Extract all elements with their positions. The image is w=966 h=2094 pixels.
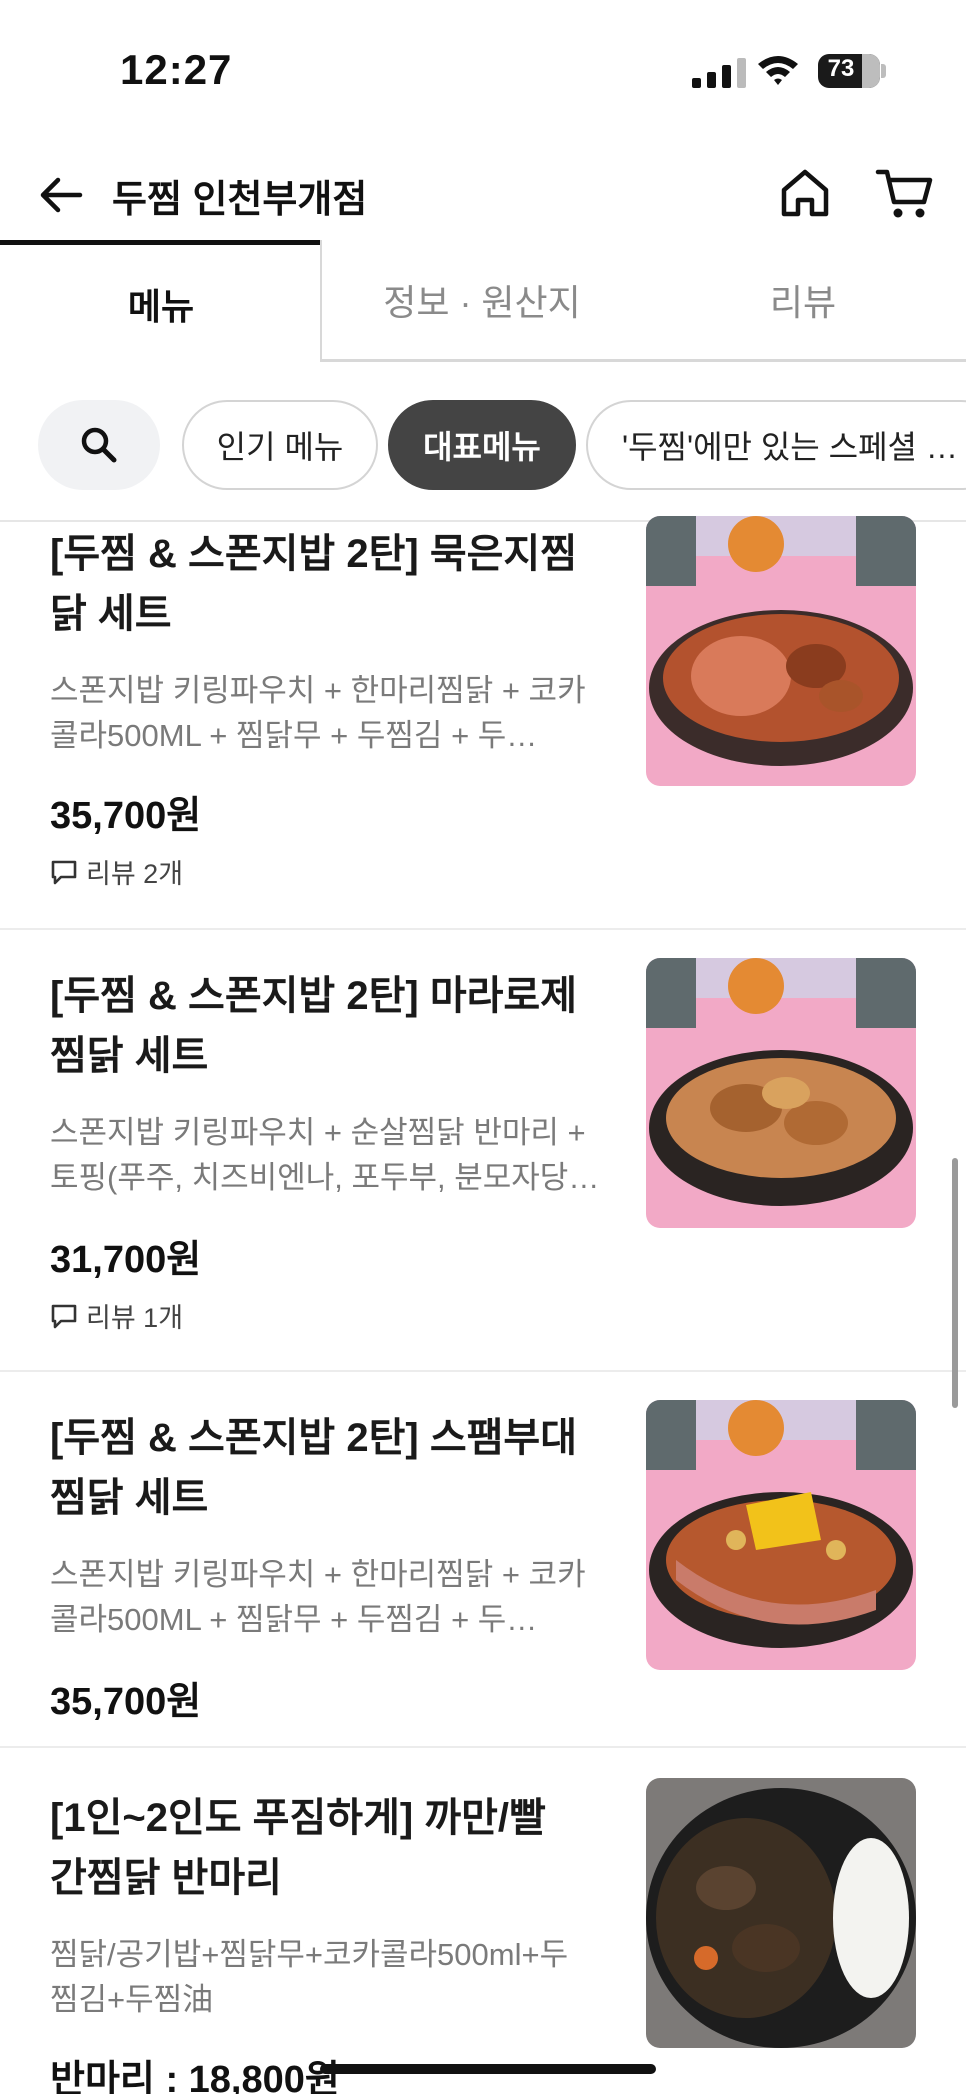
chip-popular-menu[interactable]: 인기 메뉴 — [182, 400, 378, 490]
menu-item-photo — [646, 1400, 916, 1670]
status-time: 12:27 — [120, 46, 233, 93]
tab-menu[interactable]: 메뉴 — [0, 240, 322, 362]
chip-doojjim-special[interactable]: '두찜'에만 있는 스페셜 … — [586, 400, 966, 490]
scrollbar[interactable] — [952, 1158, 958, 1408]
nav-header: 두찜 인천부개점 — [0, 150, 966, 240]
wifi-icon — [758, 56, 798, 85]
menu-item-photo — [646, 1778, 916, 2048]
home-indicator[interactable] — [320, 2064, 656, 2074]
menu-item[interactable]: [두찜 & 스폰지밥 2탄] 마라로제 찜닭 세트 스폰지밥 키링파우치 + 순… — [0, 958, 966, 1370]
tab-info-origin[interactable]: 정보 · 원산지 — [320, 240, 642, 362]
menu-item-price: 35,700원 — [50, 1681, 202, 1723]
store-tabs: 메뉴 정보 · 원산지 리뷰 — [0, 240, 966, 362]
menu-item-name: [두찜 & 스폰지밥 2탄] 스팸부대 찜닭 세트 — [50, 1416, 578, 1520]
battery-cap — [881, 64, 886, 78]
menu-item-description: 스폰지밥 키링파우치 + 순살찜닭 반마리 + 토핑(푸주, 치즈비엔나, 포두… — [50, 1115, 600, 1195]
menu-search-button[interactable] — [38, 400, 160, 490]
menu-item-price: 31,700원 — [50, 1239, 202, 1281]
back-arrow-icon[interactable] — [36, 170, 86, 220]
menu-item-description: 찜닭/공기밥+찜닭무+코카콜라500ml+두 찜김+두찜油 — [50, 1937, 569, 2017]
status-bar: 12:27 73 — [0, 0, 966, 140]
cellular-signal-icon — [692, 58, 746, 88]
divider — [0, 928, 966, 930]
menu-item[interactable]: [1인~2인도 푸짐하게] 까만/빨 간찜닭 반마리 찜닭/공기밥+찜닭무+코카… — [0, 1778, 966, 2094]
home-icon[interactable] — [776, 164, 834, 222]
menu-item-name: [1인~2인도 푸짐하게] 까만/빨 간찜닭 반마리 — [50, 1796, 546, 1900]
menu-item-name: [두찜 & 스폰지밥 2탄] 묵은지찜 닭 세트 — [50, 532, 578, 636]
category-chips: 인기 메뉴 대표메뉴 '두찜'에만 있는 스페셜 … — [0, 362, 966, 522]
menu-item-review-count: 리뷰 1개 — [50, 1296, 183, 1335]
menu-item-price: 35,700원 — [50, 795, 202, 837]
menu-item-description: 스폰지밥 키링파우치 + 한마리찜닭 + 코카 콜라500ML + 찜닭무 + … — [50, 1557, 586, 1637]
divider — [0, 1746, 966, 1748]
store-title: 두찜 인천부개점 — [112, 179, 368, 221]
speech-bubble-icon — [51, 1304, 77, 1328]
chip-signature-menu[interactable]: 대표메뉴 — [388, 400, 576, 490]
tab-reviews[interactable]: 리뷰 — [640, 240, 966, 362]
menu-item[interactable]: [두찜 & 스폰지밥 2탄] 묵은지찜 닭 세트 스폰지밥 키링파우치 + 한마… — [0, 516, 966, 928]
menu-item-description: 스폰지밥 키링파우치 + 한마리찜닭 + 코카 콜라500ML + 찜닭무 + … — [50, 673, 586, 753]
speech-bubble-icon — [51, 860, 77, 884]
battery-level: 73 — [827, 55, 855, 82]
divider — [0, 1370, 966, 1372]
menu-item-photo — [646, 516, 916, 786]
menu-item-name: [두찜 & 스폰지밥 2탄] 마라로제 찜닭 세트 — [50, 974, 578, 1078]
menu-item-photo — [646, 958, 916, 1228]
cart-icon[interactable] — [874, 164, 936, 222]
menu-item[interactable]: [두찜 & 스폰지밥 2탄] 스팸부대 찜닭 세트 스폰지밥 키링파우치 + 한… — [0, 1400, 966, 1746]
search-icon — [81, 427, 117, 463]
menu-item-price: 반마리 : 18,800원 — [50, 2059, 340, 2094]
menu-item-review-count: 리뷰 2개 — [50, 852, 183, 891]
battery-icon: 73 — [818, 54, 880, 88]
